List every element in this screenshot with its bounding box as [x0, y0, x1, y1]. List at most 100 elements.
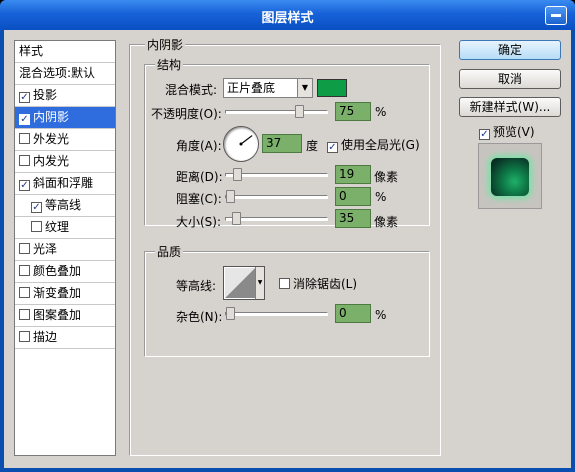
style-item-checkbox[interactable]: ✓: [19, 114, 30, 125]
global-light-label: 使用全局光(G): [341, 138, 420, 152]
style-item[interactable]: 纹理: [15, 217, 115, 239]
global-light-check-icon[interactable]: ✓: [327, 142, 338, 153]
dialog-body: 样式 混合选项:默认 ✓ 投影 ✓ 内阴影 外发光 内发光 ✓ 斜面和浮雕 ✓ 等高线 纹理 光泽 颜色…: [4, 30, 571, 468]
inner-shadow-title: 内阴影: [145, 36, 186, 53]
preview-checkbox[interactable]: ✓ 预览(V): [479, 123, 535, 140]
style-item-label: 描边: [33, 330, 58, 344]
minimize-button[interactable]: [545, 6, 567, 25]
antialias-checkbox[interactable]: 消除锯齿(L): [279, 275, 357, 292]
preview-swatch: [491, 158, 529, 196]
antialias-label: 消除锯齿(L): [293, 277, 358, 291]
shadow-color-swatch[interactable]: [317, 79, 347, 97]
antialias-check-icon[interactable]: [279, 278, 290, 289]
title-bar[interactable]: 图层样式: [0, 0, 575, 30]
size-label: 大小(S):: [176, 215, 222, 229]
style-item-label: 渐变叠加: [33, 286, 82, 300]
opacity-label: 不透明度(O):: [151, 107, 222, 121]
style-item[interactable]: 光泽: [15, 239, 115, 261]
window-title: 图层样式: [261, 11, 314, 26]
ok-button[interactable]: 确定: [459, 40, 561, 60]
preview-check-icon[interactable]: ✓: [479, 129, 490, 140]
choke-input[interactable]: 0: [335, 187, 371, 206]
style-item[interactable]: 图案叠加: [15, 305, 115, 327]
distance-unit: 像素: [374, 170, 399, 184]
style-item-label: 内阴影: [33, 110, 70, 124]
cancel-button[interactable]: 取消: [459, 69, 561, 89]
choke-unit: %: [375, 190, 387, 204]
size-slider-thumb[interactable]: [232, 212, 242, 225]
choke-slider-thumb[interactable]: [226, 190, 235, 203]
style-item[interactable]: 颜色叠加: [15, 261, 115, 283]
style-item[interactable]: ✓ 等高线: [15, 195, 115, 217]
choke-slider[interactable]: [225, 190, 328, 203]
opacity-unit: %: [375, 105, 387, 119]
angle-dial[interactable]: [223, 126, 259, 162]
style-item-checkbox[interactable]: [19, 243, 30, 254]
choke-label: 阻塞(C):: [176, 192, 222, 206]
angle-label: 角度(A):: [176, 139, 222, 153]
style-item-checkbox[interactable]: [19, 309, 30, 320]
style-item-label: 外发光: [33, 132, 70, 146]
style-item-checkbox[interactable]: ✓: [19, 92, 30, 103]
contour-picker[interactable]: ▼: [223, 266, 265, 300]
style-item-label: 光泽: [33, 242, 58, 256]
quality-title: 品质: [155, 243, 184, 260]
noise-label: 杂色(N):: [176, 310, 223, 324]
style-item-checkbox[interactable]: ✓: [31, 202, 42, 213]
blend-options-item[interactable]: 混合选项:默认: [15, 63, 115, 85]
styles-list: 样式 混合选项:默认 ✓ 投影 ✓ 内阴影 外发光 内发光 ✓ 斜面和浮雕 ✓ 等高线 纹理 光泽 颜色…: [14, 40, 116, 456]
style-item-checkbox[interactable]: [19, 155, 30, 166]
style-item-checkbox[interactable]: ✓: [19, 180, 30, 191]
angle-input[interactable]: 37: [262, 134, 302, 153]
opacity-input[interactable]: 75: [335, 102, 371, 121]
angle-unit: 度: [306, 139, 319, 153]
style-item[interactable]: 外发光: [15, 129, 115, 151]
global-light-checkbox[interactable]: ✓ 使用全局光(G): [327, 136, 420, 153]
style-item[interactable]: 描边: [15, 327, 115, 349]
size-input[interactable]: 35: [335, 209, 371, 228]
style-item-label: 投影: [33, 88, 58, 102]
style-item[interactable]: ✓ 斜面和浮雕: [15, 173, 115, 195]
distance-input[interactable]: 19: [335, 165, 371, 184]
style-item-checkbox[interactable]: [31, 221, 42, 232]
contour-dropdown-icon[interactable]: ▼: [255, 267, 264, 299]
style-item-checkbox[interactable]: [19, 265, 30, 276]
style-item[interactable]: ✓ 内阴影: [15, 107, 115, 129]
distance-label: 距离(D):: [176, 170, 223, 184]
noise-slider[interactable]: [225, 307, 328, 320]
size-unit: 像素: [374, 215, 399, 229]
style-preview: [478, 143, 542, 209]
contour-label: 等高线:: [176, 279, 217, 293]
style-item[interactable]: ✓ 投影: [15, 85, 115, 107]
style-item[interactable]: 内发光: [15, 151, 115, 173]
noise-input[interactable]: 0: [335, 304, 371, 323]
distance-slider[interactable]: [225, 168, 328, 181]
style-item-label: 纹理: [45, 220, 70, 234]
layer-style-dialog: 图层样式 样式 混合选项:默认 ✓ 投影 ✓ 内阴影 外发光 内发光 ✓ 斜面和浮雕 ✓ 等高线纹…: [0, 0, 575, 472]
noise-slider-thumb[interactable]: [226, 307, 235, 320]
preview-label: 预览(V): [493, 125, 535, 139]
noise-unit: %: [375, 308, 387, 322]
blend-mode-select[interactable]: 正片叠底 ▼: [223, 78, 313, 98]
style-item-label: 颜色叠加: [33, 264, 82, 278]
style-item-checkbox[interactable]: [19, 331, 30, 342]
contour-preview-icon: [225, 268, 255, 298]
chevron-down-icon: ▼: [297, 79, 312, 97]
blend-mode-value: 正片叠底: [227, 81, 276, 95]
opacity-slider-thumb[interactable]: [295, 105, 304, 118]
style-item-checkbox[interactable]: [19, 133, 30, 144]
style-item-label: 图案叠加: [33, 308, 82, 322]
quality-group: [144, 251, 430, 357]
minimize-icon: [551, 14, 561, 17]
style-item-label: 等高线: [45, 198, 82, 212]
angle-needle-icon: [239, 135, 253, 146]
size-slider[interactable]: [225, 212, 328, 225]
style-item-label: 内发光: [33, 154, 70, 168]
new-style-button[interactable]: 新建样式(W)...: [459, 97, 561, 117]
styles-header[interactable]: 样式: [15, 41, 115, 63]
opacity-slider[interactable]: [225, 105, 328, 118]
style-item-checkbox[interactable]: [19, 287, 30, 298]
style-item[interactable]: 渐变叠加: [15, 283, 115, 305]
blend-mode-label: 混合模式:: [165, 83, 218, 97]
distance-slider-thumb[interactable]: [233, 168, 243, 181]
